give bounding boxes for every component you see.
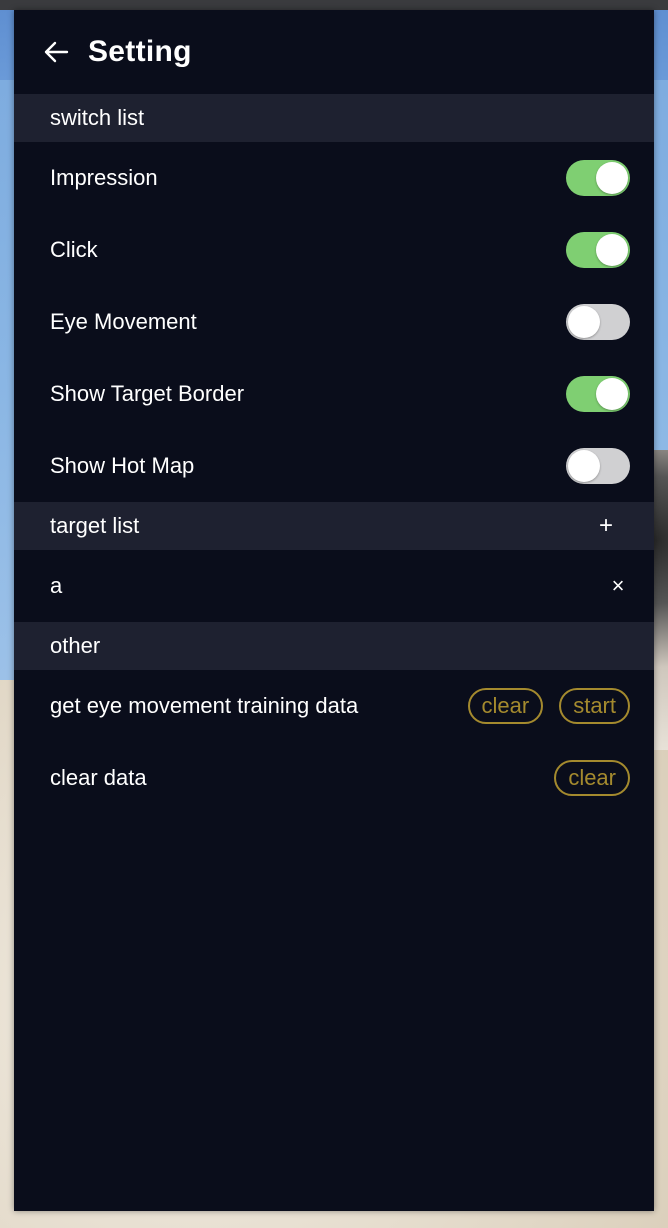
section-header-switch-list: switch list (14, 94, 654, 142)
switch-row-impression: Impression (14, 142, 654, 214)
clear-data-button[interactable]: clear (554, 760, 630, 796)
toggle-knob (596, 234, 628, 266)
remove-target-button[interactable]: × (606, 573, 630, 599)
toggle-knob (596, 162, 628, 194)
section-label: other (50, 633, 101, 658)
back-button[interactable] (40, 36, 72, 68)
switch-label: Show Target Border (50, 381, 245, 406)
browser-bar (0, 0, 668, 10)
other-row-clear-data: clear data clear (14, 742, 654, 814)
switch-row-eye-movement: Eye Movement (14, 286, 654, 358)
section-header-other: other (14, 622, 654, 670)
section-header-target-list: target list + (14, 502, 654, 550)
target-label: a (50, 573, 63, 598)
switch-label: Impression (50, 165, 158, 190)
page-title: Setting (88, 35, 192, 68)
switch-row-show-target-border: Show Target Border (14, 358, 654, 430)
other-label: clear data (50, 765, 147, 790)
switch-row-show-hot-map: Show Hot Map (14, 430, 654, 502)
section-label: target list (50, 513, 140, 538)
other-label: get eye movement training data (50, 693, 359, 718)
settings-panel: Setting switch list Impression Click Eye… (14, 10, 654, 1211)
panel-header: Setting (14, 10, 654, 94)
impression-toggle[interactable] (566, 160, 630, 196)
toggle-knob (568, 450, 600, 482)
show-target-border-toggle[interactable] (566, 376, 630, 412)
show-hot-map-toggle[interactable] (566, 448, 630, 484)
clear-training-data-button[interactable]: clear (467, 688, 544, 724)
start-training-button[interactable]: start (559, 688, 630, 724)
switch-label: Eye Movement (50, 309, 197, 334)
switch-row-click: Click (14, 214, 654, 286)
toggle-knob (596, 378, 628, 410)
eye-movement-toggle[interactable] (566, 304, 630, 340)
switch-label: Click (50, 237, 98, 262)
target-row: a × (14, 550, 654, 622)
click-toggle[interactable] (566, 232, 630, 268)
add-target-button[interactable]: + (594, 512, 618, 540)
training-data-actions: clear start (467, 688, 630, 724)
toggle-knob (568, 306, 600, 338)
other-row-training-data: get eye movement training data clear sta… (14, 670, 654, 742)
switch-label: Show Hot Map (50, 453, 195, 478)
arrow-left-icon (44, 41, 69, 63)
section-label: switch list (50, 105, 145, 130)
